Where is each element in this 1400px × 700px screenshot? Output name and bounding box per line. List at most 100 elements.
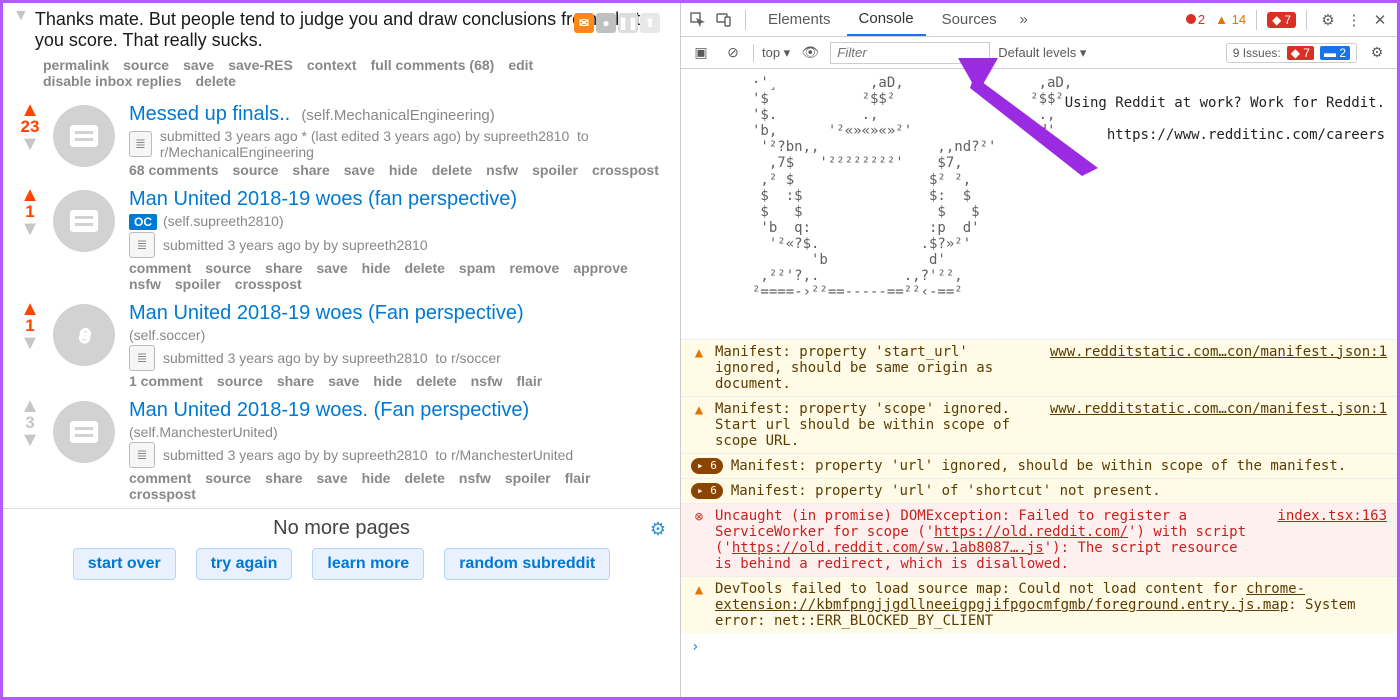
post-action[interactable]: source (205, 470, 251, 486)
post-action[interactable]: save (328, 373, 359, 389)
icon-pause[interactable]: ❚❚ (618, 13, 638, 33)
expand-pill[interactable]: ▸ 6 (691, 483, 723, 499)
console-prompt[interactable]: › (681, 633, 1397, 661)
subreddit-link[interactable]: r/ManchesterUnited (451, 447, 573, 463)
comment-action[interactable]: permalink (43, 57, 109, 73)
subreddit-link[interactable]: r/soccer (451, 350, 501, 366)
tabs-overflow-icon[interactable]: » (1013, 9, 1035, 31)
console-message[interactable]: ▲Manifest: property 'scope' ignored. Sta… (681, 396, 1397, 453)
careers-link[interactable]: https://www.redditinc.com/careers (1107, 127, 1385, 143)
post-action[interactable]: comment (129, 260, 191, 276)
post-action[interactable]: approve (573, 260, 627, 276)
link-thumbnail-icon[interactable]: ⚭ (53, 304, 115, 366)
context-selector[interactable]: top ▾ (762, 45, 790, 61)
downvote-icon[interactable]: ▼ (20, 137, 40, 151)
error-count[interactable]: 2 (1186, 12, 1205, 27)
post-action[interactable]: save (317, 260, 348, 276)
upvote-icon[interactable]: ▲ (20, 399, 40, 413)
log-levels-selector[interactable]: Default levels ▾ (998, 45, 1086, 61)
comment-action[interactable]: save-RES (228, 57, 293, 73)
post-action[interactable]: share (277, 373, 314, 389)
post-action[interactable]: hide (389, 162, 418, 178)
bottom-button[interactable]: random subreddit (444, 548, 610, 580)
tab-console[interactable]: Console (847, 3, 926, 36)
post-action[interactable]: 68 comments (129, 162, 218, 178)
post-action[interactable]: spoiler (505, 470, 551, 486)
issues-badge[interactable]: 9 Issues: ◆ 7 ▬ 2 (1226, 43, 1357, 63)
author-link[interactable]: supreeth2810 (342, 237, 428, 253)
console-message[interactable]: ▲Manifest: property 'start_url' ignored,… (681, 339, 1397, 396)
text-thumbnail-icon[interactable] (53, 105, 115, 167)
post-action[interactable]: delete (404, 260, 444, 276)
post-action[interactable]: spam (459, 260, 496, 276)
close-icon[interactable]: ✕ (1369, 9, 1391, 31)
console-message[interactable]: ▸ 6Manifest: property 'url' of 'shortcut… (681, 478, 1397, 503)
kebab-menu-icon[interactable]: ⋮ (1343, 9, 1365, 31)
filter-input[interactable] (830, 42, 990, 64)
post-action[interactable]: flair (517, 373, 543, 389)
inspect-icon[interactable] (687, 9, 709, 31)
expand-icon[interactable]: ≣ (129, 442, 155, 468)
extension-error-badge[interactable]: ◆ 7 (1267, 12, 1296, 28)
post-title[interactable]: Man United 2018-19 woes (fan perspective… (129, 188, 670, 211)
comment-action[interactable]: edit (508, 57, 533, 73)
expand-icon[interactable]: ≣ (129, 345, 155, 371)
gear-icon[interactable]: ⚙ (650, 519, 666, 540)
sidebar-toggle-icon[interactable]: ▣ (689, 41, 713, 65)
downvote-icon[interactable]: ▼ (20, 336, 40, 350)
author-link[interactable]: supreeth2810 (342, 447, 428, 463)
clear-console-icon[interactable]: ⊘ (721, 41, 745, 65)
post-action[interactable]: save (317, 470, 348, 486)
upvote-icon[interactable]: ▲ (20, 103, 40, 117)
comment-action[interactable]: full comments (68) (371, 57, 495, 73)
bottom-button[interactable]: learn more (312, 548, 424, 580)
post-action[interactable]: delete (416, 373, 456, 389)
post-action[interactable]: remove (510, 260, 560, 276)
post-action[interactable]: share (292, 162, 329, 178)
post-action[interactable]: share (265, 260, 302, 276)
warning-count[interactable]: ▲ 14 (1215, 12, 1246, 27)
settings-gear-icon[interactable]: ⚙ (1317, 9, 1339, 31)
author-link[interactable]: supreeth2810 (342, 350, 428, 366)
post-action[interactable]: nsfw (459, 470, 491, 486)
icon-up[interactable]: ⬆ (640, 13, 660, 33)
comment-action[interactable]: disable inbox replies (43, 73, 182, 89)
post-action[interactable]: flair (565, 470, 591, 486)
post-action[interactable]: source (232, 162, 278, 178)
post-action[interactable]: delete (432, 162, 472, 178)
downvote-icon[interactable]: ▼ (13, 9, 29, 23)
post-title[interactable]: Man United 2018-19 woes (Fan perspective… (129, 302, 670, 325)
console-message[interactable]: ▲DevTools failed to load source map: Cou… (681, 576, 1397, 633)
console-message[interactable]: ▸ 6Manifest: property 'url' ignored, sho… (681, 453, 1397, 478)
author-link[interactable]: supreeth2810 (484, 128, 570, 144)
post-action[interactable]: hide (362, 470, 391, 486)
post-action[interactable]: crosspost (235, 276, 302, 292)
source-link[interactable]: www.redditstatic.com…con/manifest.json:1 (1050, 344, 1387, 360)
post-action[interactable]: delete (404, 470, 444, 486)
expand-pill[interactable]: ▸ 6 (691, 458, 723, 474)
post-action[interactable]: save (344, 162, 375, 178)
comment-action[interactable]: delete (196, 73, 236, 89)
eye-icon[interactable]: 👁 (798, 41, 822, 65)
bottom-button[interactable]: try again (196, 548, 293, 580)
console-message[interactable]: ⊗Uncaught (in promise) DOMException: Fai… (681, 503, 1397, 576)
subreddit-link[interactable]: r/MechanicalEngineering (160, 144, 314, 160)
bottom-button[interactable]: start over (73, 548, 176, 580)
upvote-icon[interactable]: ▲ (20, 188, 40, 202)
upvote-icon[interactable]: ▲ (20, 302, 40, 316)
post-title[interactable]: Messed up finals.. (self.MechanicalEngin… (129, 103, 670, 126)
post-action[interactable]: hide (362, 260, 391, 276)
post-action[interactable]: source (205, 260, 251, 276)
expand-icon[interactable]: ≣ (129, 232, 155, 258)
text-thumbnail-icon[interactable] (53, 190, 115, 252)
post-action[interactable]: crosspost (592, 162, 659, 178)
tab-elements[interactable]: Elements (756, 4, 843, 35)
post-action[interactable]: spoiler (175, 276, 221, 292)
downvote-icon[interactable]: ▼ (20, 222, 40, 236)
comment-action[interactable]: context (307, 57, 357, 73)
comment-action[interactable]: source (123, 57, 169, 73)
comment-action[interactable]: save (183, 57, 214, 73)
post-action[interactable]: nsfw (471, 373, 503, 389)
mail-icon[interactable]: ✉ (574, 13, 594, 33)
expand-icon[interactable]: ≣ (129, 131, 152, 157)
